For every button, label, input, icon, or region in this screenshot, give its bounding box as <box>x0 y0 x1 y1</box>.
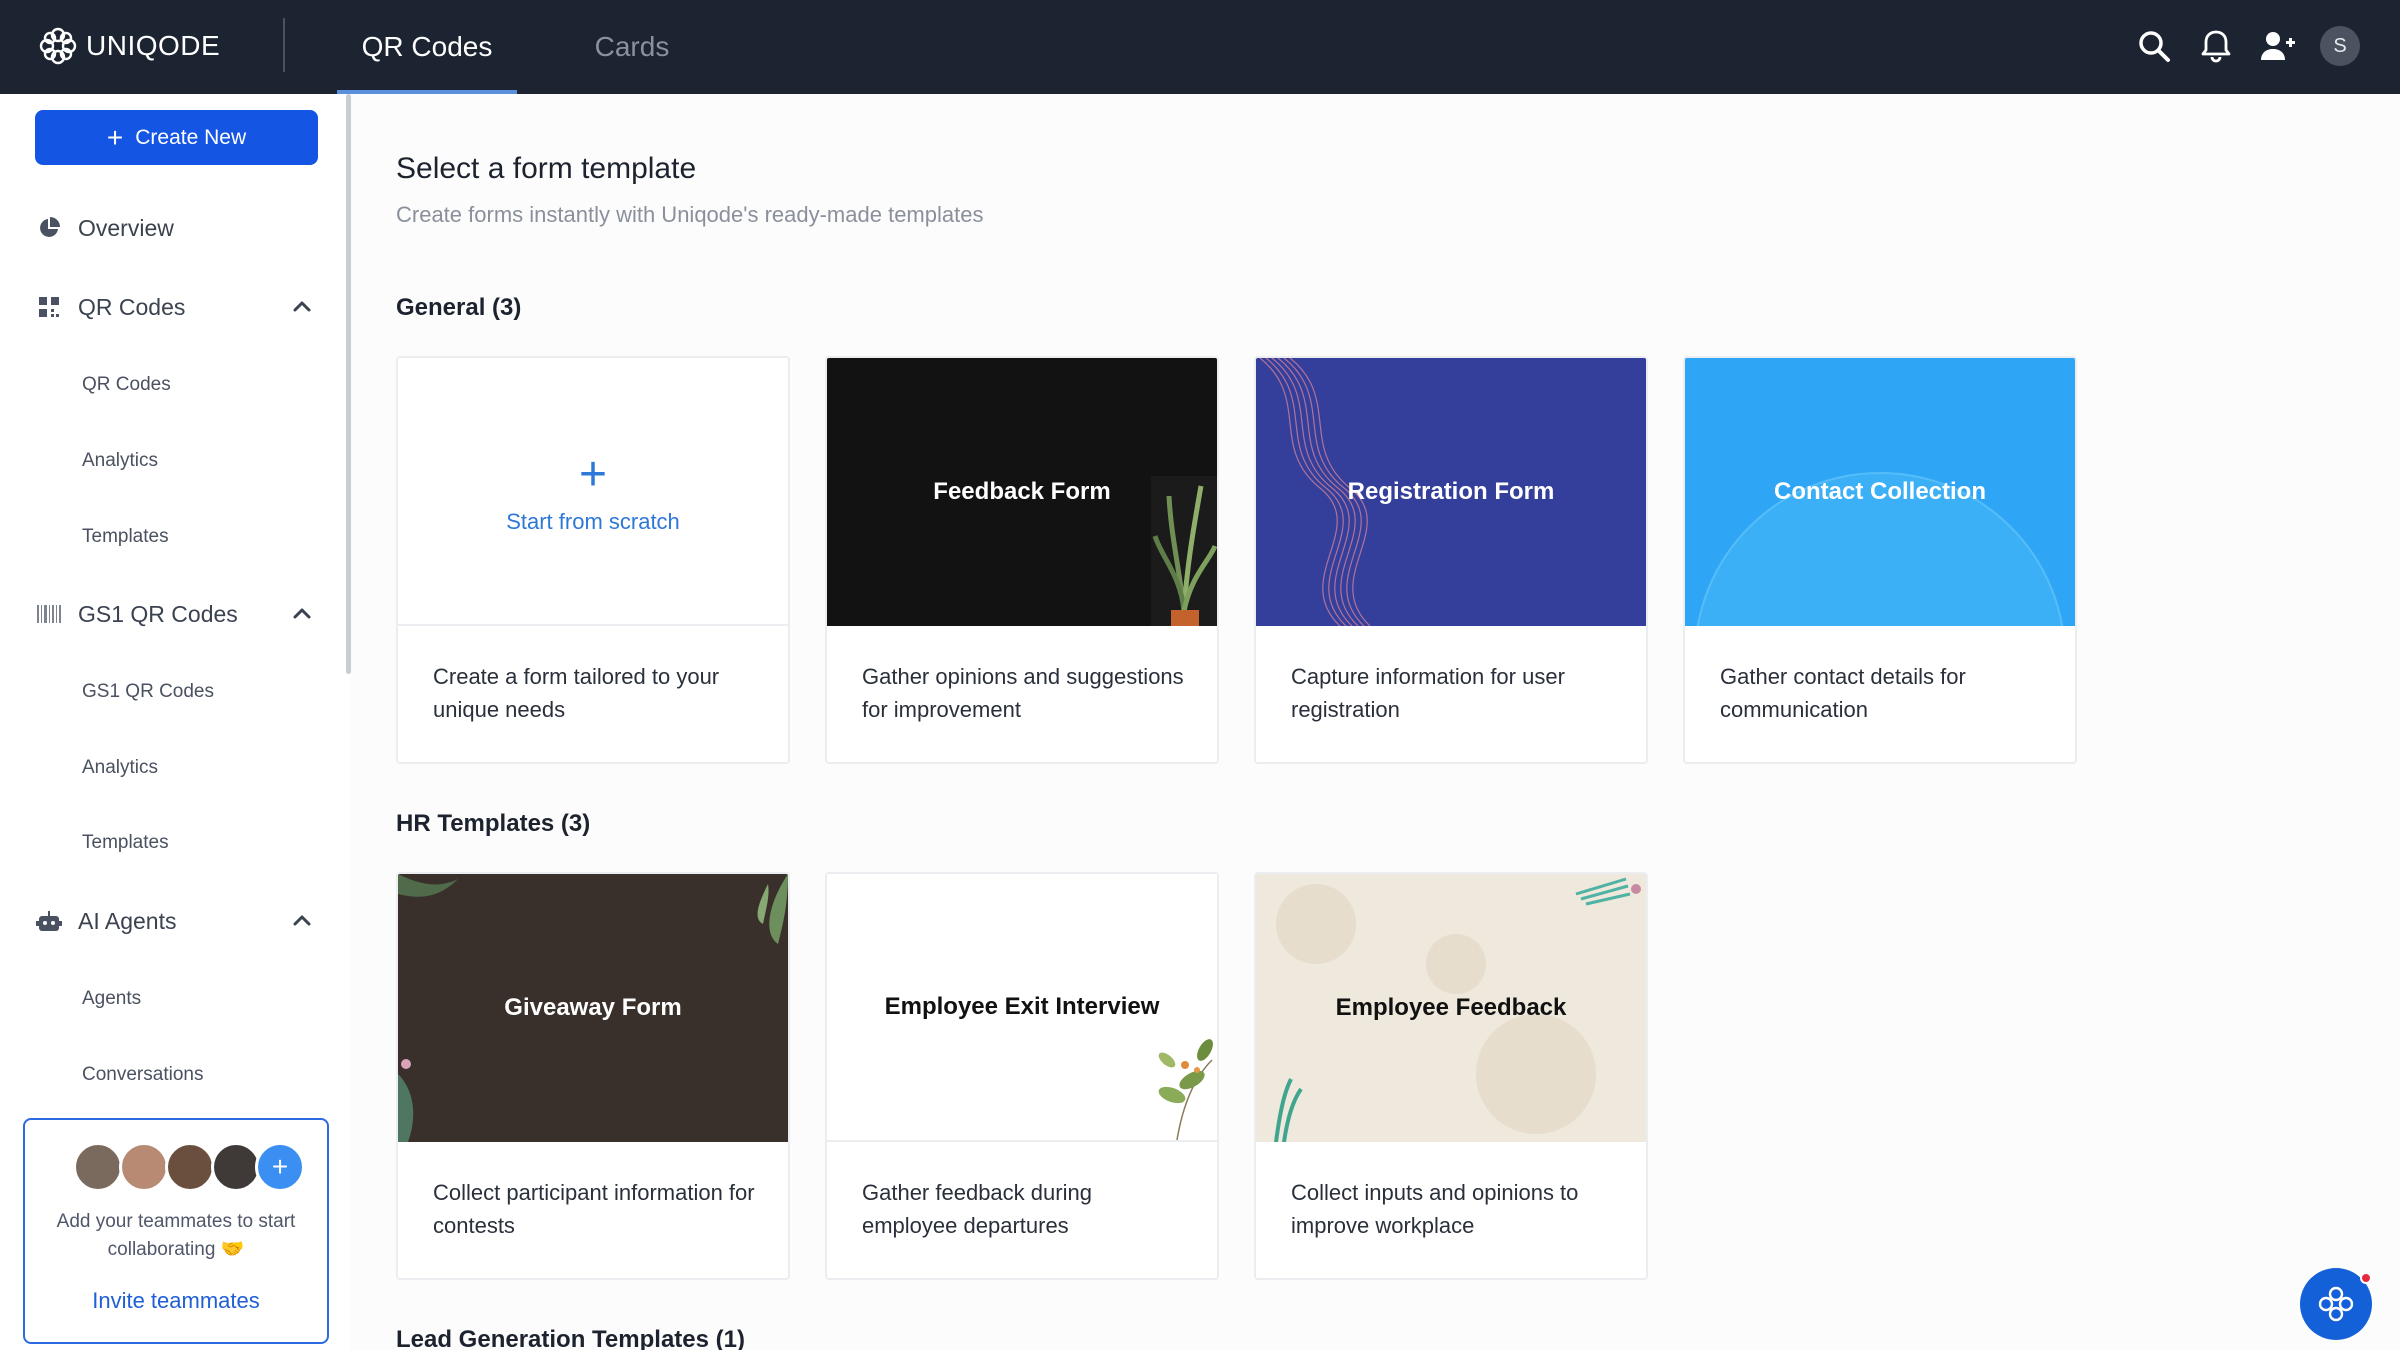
top-bar: UNIQODE QR Codes Cards S <box>0 0 2400 94</box>
barcode-icon <box>36 601 62 627</box>
sidebar-item-qr-codes[interactable]: QR Codes <box>82 374 171 396</box>
card-description: Gather contact details for communication <box>1720 664 1966 722</box>
page-subtitle: Create forms instantly with Uniqode's re… <box>396 202 984 227</box>
template-card-registration-form[interactable]: Registration Form Capture information fo… <box>1254 356 1648 764</box>
card-title: Contact Collection <box>1773 478 1986 505</box>
template-card-employee-feedback[interactable]: Employee Feedback Collect inputs and opi… <box>1254 872 1648 1280</box>
card-title: Employee Exit Interview <box>884 993 1160 1020</box>
sidebar-item-gs1-qr-codes[interactable]: GS1 QR Codes <box>82 681 214 703</box>
sidebar-section-ai-agents[interactable]: AI Agents <box>36 901 176 941</box>
tab-qr-codes[interactable]: QR Codes <box>337 0 517 94</box>
avatar <box>73 1142 123 1192</box>
card-description: Collect inputs and opinions to improve w… <box>1291 1180 1579 1238</box>
plus-icon: + <box>578 448 608 501</box>
card-title: Start from scratch <box>506 509 680 534</box>
card-thumbnail: + Start from scratch <box>398 358 788 626</box>
search-icon[interactable] <box>2134 26 2174 66</box>
tab-cards[interactable]: Cards <box>560 0 704 94</box>
qr-grid-icon <box>36 294 62 320</box>
card-thumbnail: Employee Feedback <box>1256 874 1646 1142</box>
sidebar-item-conversations[interactable]: Conversations <box>82 1064 203 1086</box>
card-description: Collect participant information for cont… <box>433 1180 755 1238</box>
card-title: Giveaway Form <box>504 994 682 1021</box>
plus-icon: + <box>106 121 124 153</box>
topbar-divider <box>283 18 285 72</box>
card-thumbnail: Giveaway Form <box>398 874 788 1142</box>
chevron-up-icon[interactable] <box>290 909 314 933</box>
template-card-contact-collection[interactable]: Contact Collection Gather contact detail… <box>1683 356 2077 764</box>
card-thumbnail: Feedback Form <box>827 358 1217 626</box>
uniqode-logo-icon <box>2318 1286 2354 1322</box>
invite-teammates-panel: + Add your teammates to start collaborat… <box>23 1118 329 1344</box>
plant-illustration <box>1151 476 1217 626</box>
card-description: Capture information for user registratio… <box>1291 664 1565 722</box>
create-new-label: Create New <box>135 125 247 149</box>
avatar <box>165 1142 215 1192</box>
sidebar-item-label: QR Codes <box>78 293 186 320</box>
card-thumbnail: Registration Form <box>1256 358 1646 626</box>
leaves-decoration <box>1158 1039 1213 1140</box>
sidebar-item-label: GS1 QR Codes <box>78 600 238 627</box>
card-description: Gather feedback during employee departur… <box>862 1180 1092 1238</box>
template-card-scratch[interactable]: + Start from scratch Create a form tailo… <box>396 356 790 764</box>
user-avatar[interactable]: S <box>2320 26 2360 66</box>
create-new-button[interactable]: + Create New <box>35 110 318 165</box>
add-teammate-icon[interactable]: + <box>255 1142 305 1192</box>
sidebar-item-overview[interactable]: Overview <box>36 208 174 248</box>
template-card-employee-exit-interview[interactable]: Employee Exit Interview Gather feedback … <box>825 872 1219 1280</box>
sidebar-item-label: AI Agents <box>78 907 177 934</box>
add-user-icon[interactable] <box>2258 26 2298 66</box>
avatar <box>211 1142 261 1192</box>
sidebar-item-label: Overview <box>78 214 174 241</box>
card-title: Employee Feedback <box>1335 994 1567 1021</box>
uniqode-logo-icon <box>39 27 77 65</box>
section-title-hr: HR Templates (3) <box>396 810 591 837</box>
sidebar-item-gs1-analytics[interactable]: Analytics <box>82 757 158 779</box>
brand-logo[interactable]: UNIQODE <box>38 24 220 68</box>
invite-teammates-link[interactable]: Invite teammates <box>25 1288 327 1314</box>
card-title: Registration Form <box>1347 478 1555 505</box>
card-description: Gather opinions and suggestions for impr… <box>862 664 1184 722</box>
sidebar-item-analytics[interactable]: Analytics <box>82 450 158 472</box>
bell-icon[interactable] <box>2196 26 2236 66</box>
template-card-feedback-form[interactable]: Feedback Form Gather opinions and sugges… <box>825 356 1219 764</box>
sidebar-item-gs1-templates[interactable]: Templates <box>82 832 169 854</box>
notification-dot <box>2360 1272 2372 1284</box>
sidebar-scrollbar[interactable] <box>346 94 351 674</box>
card-description: Create a form tailored to your unique ne… <box>433 664 720 722</box>
sidebar-item-agents[interactable]: Agents <box>82 988 141 1010</box>
chevron-up-icon[interactable] <box>290 602 314 626</box>
page-title: Select a form template <box>396 152 697 185</box>
section-title-general: General (3) <box>396 294 522 321</box>
brand-name: UNIQODE <box>86 30 221 61</box>
avatar <box>119 1142 169 1192</box>
section-title-lead-generation: Lead Generation Templates (1) <box>396 1326 745 1350</box>
invite-message: Add your teammates to start collaboratin… <box>56 1211 296 1260</box>
sidebar-item-templates[interactable]: Templates <box>82 526 169 548</box>
card-thumbnail: Contact Collection <box>1685 358 2075 626</box>
robot-icon <box>36 908 62 934</box>
card-title: Feedback Form <box>933 478 1111 505</box>
pie-chart-icon <box>36 215 62 241</box>
chevron-up-icon[interactable] <box>290 295 314 319</box>
sidebar-section-gs1[interactable]: GS1 QR Codes <box>36 594 238 634</box>
sidebar-section-qr-codes[interactable]: QR Codes <box>36 287 185 327</box>
card-thumbnail: Employee Exit Interview <box>827 874 1217 1142</box>
template-card-giveaway-form[interactable]: Giveaway Form Collect participant inform… <box>396 872 790 1280</box>
